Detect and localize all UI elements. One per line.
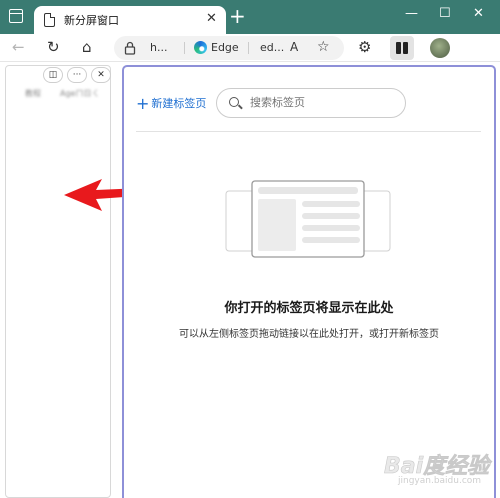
tab-search-box[interactable] (216, 88, 406, 118)
empty-state-subtitle: 可以从左侧标签页拖动链接以在此处打开，或打开新标签页 (179, 329, 439, 340)
new-tab-link[interactable]: + 新建标签页 (136, 94, 206, 113)
tab-actions-icon[interactable] (9, 9, 23, 23)
extensions-icon[interactable]: ⚙ (358, 38, 371, 56)
right-split-pane: +新建标签页 你打开的标签页将显示在此处 可以从左侧标签页拖动链接以在此处打开，… (122, 65, 496, 498)
left-split-pane: ◫ ··· ✕ 教程 Ageㄇㄖㄑ (5, 65, 111, 498)
tab-close-icon[interactable]: ✕ (206, 11, 217, 27)
tab-active[interactable]: 新分屏窗口 ✕ (34, 6, 226, 34)
split-pane-icon[interactable]: ◫ (43, 67, 63, 83)
home-icon[interactable]: ⌂ (82, 38, 92, 56)
read-aloud-icon[interactable]: A (290, 40, 298, 54)
address-site: Edge (211, 41, 239, 54)
page-icon (44, 13, 55, 27)
new-tab-button[interactable]: + (229, 6, 246, 26)
address-text: h... (150, 41, 168, 54)
edge-logo-icon (194, 41, 207, 54)
maximize-button[interactable]: ☐ (439, 6, 451, 22)
address-divider (248, 42, 249, 54)
address-bar[interactable]: h... Edge ed... A ☆ (114, 36, 344, 60)
plus-icon: + (136, 94, 150, 113)
refresh-icon[interactable]: ↻ (47, 38, 60, 56)
minimize-button[interactable]: — (405, 6, 418, 22)
baidu-watermark: Bai度经验 jingyan.baidu.com (384, 448, 496, 494)
split-screen-button[interactable] (390, 36, 414, 60)
back-icon[interactable]: ← (12, 38, 25, 56)
title-bar: 新分屏窗口 ✕ + — ☐ ✕ (0, 0, 500, 34)
address-divider (184, 42, 185, 54)
favorite-icon[interactable]: ☆ (317, 39, 330, 55)
empty-tabs-illustration (225, 180, 391, 258)
toolbar: ← ↻ ⌂ h... Edge ed... A ☆ ⚙ (0, 34, 500, 62)
tab-title: 新分屏窗口 (64, 14, 119, 27)
blurred-text: Ageㄇㄖㄑ (60, 89, 100, 98)
close-window-button[interactable]: ✕ (473, 6, 484, 22)
avatar[interactable] (430, 38, 450, 58)
search-input[interactable] (250, 96, 400, 109)
blurred-text: 教程 (25, 89, 41, 98)
new-tab-label: 新建标签页 (151, 97, 207, 110)
close-pane-icon[interactable]: ✕ (91, 67, 111, 83)
address-text-2: ed... (260, 41, 285, 54)
empty-state-title: 你打开的标签页将显示在此处 (224, 301, 394, 316)
watermark-url: jingyan.baidu.com (398, 476, 482, 486)
lock-icon[interactable] (124, 41, 136, 55)
more-options-icon[interactable]: ··· (67, 67, 87, 83)
divider (136, 131, 481, 132)
search-icon (229, 97, 239, 107)
